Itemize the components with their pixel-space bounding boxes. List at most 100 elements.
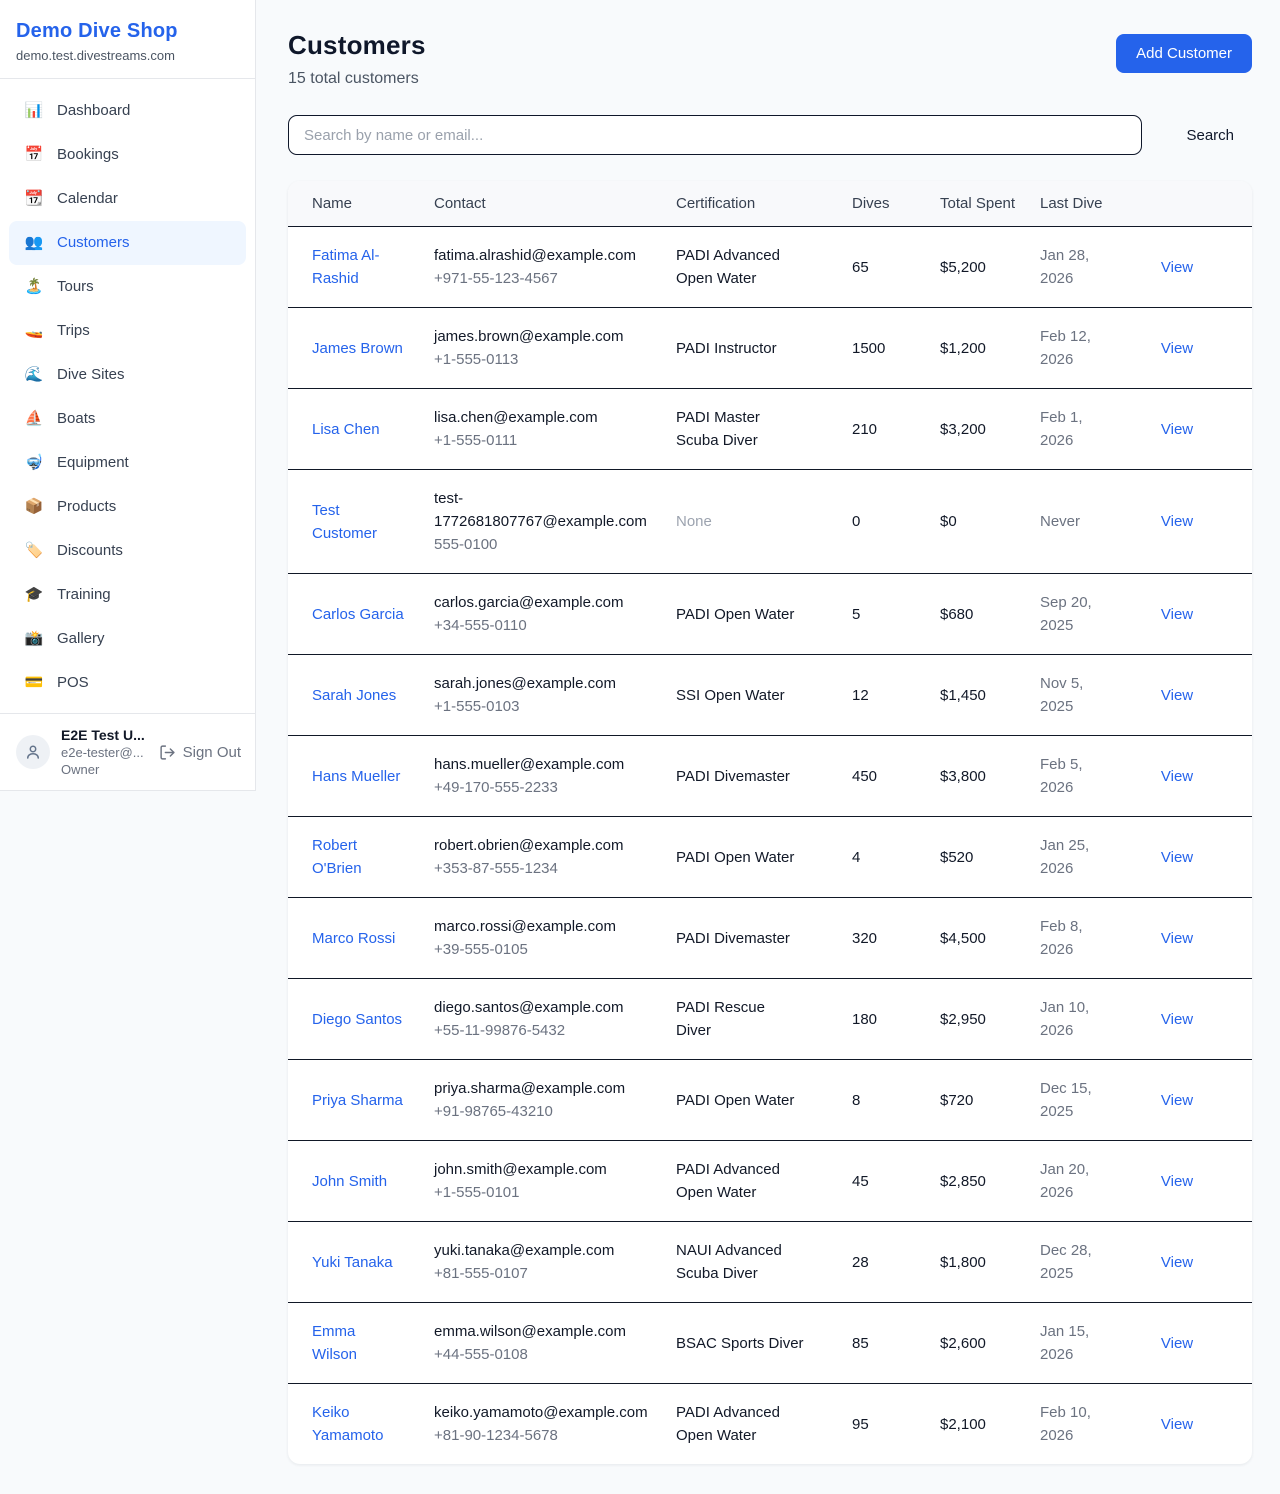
- customer-name-link[interactable]: Diego Santos: [312, 1011, 402, 1028]
- view-link[interactable]: View: [1161, 421, 1193, 438]
- sidebar-item-trips[interactable]: 🚤 Trips: [9, 309, 246, 353]
- user-meta: E2E Test U... e2e-tester@... Owner: [61, 727, 148, 777]
- customer-total-spent: $2,100: [940, 1416, 986, 1433]
- sidebar-item-tours[interactable]: 🏝️ Tours: [9, 265, 246, 309]
- customer-last-dive: Nov 5, 2025: [1040, 675, 1083, 715]
- equipment-icon: 🤿: [24, 452, 44, 474]
- sidebar-item-label: Dashboard: [57, 100, 130, 122]
- table-row: Priya Sharma priya.sharma@example.com +9…: [288, 1060, 1252, 1141]
- customer-last-dive: Never: [1040, 513, 1080, 530]
- sidebar-item-dashboard[interactable]: 📊 Dashboard: [9, 89, 246, 133]
- customer-name-link[interactable]: Yuki Tanaka: [312, 1254, 393, 1271]
- column-header-contact: Contact: [434, 181, 676, 227]
- view-link[interactable]: View: [1161, 1416, 1193, 1433]
- view-link[interactable]: View: [1161, 1254, 1193, 1271]
- sign-out-button[interactable]: Sign Out: [159, 744, 241, 761]
- brand-domain: demo.test.divestreams.com: [16, 48, 239, 63]
- table-row: Carlos Garcia carlos.garcia@example.com …: [288, 574, 1252, 655]
- view-link[interactable]: View: [1161, 1173, 1193, 1190]
- customer-name-link[interactable]: Keiko Yamamoto: [312, 1404, 383, 1444]
- table-row: Keiko Yamamoto keiko.yamamoto@example.co…: [288, 1384, 1252, 1465]
- customer-name-link[interactable]: Carlos Garcia: [312, 606, 404, 623]
- view-link[interactable]: View: [1161, 1335, 1193, 1352]
- view-link[interactable]: View: [1161, 1011, 1193, 1028]
- sidebar-item-label: Bookings: [57, 144, 119, 166]
- view-link[interactable]: View: [1161, 930, 1193, 947]
- customer-name-link[interactable]: Test Customer: [312, 502, 377, 542]
- training-icon: 🎓: [24, 584, 44, 606]
- customer-phone: +971-55-123-4567: [434, 267, 662, 290]
- customer-dives: 320: [852, 930, 877, 947]
- customer-certification: PADI Advanced Open Water: [676, 1404, 780, 1444]
- customer-name-link[interactable]: John Smith: [312, 1173, 387, 1190]
- add-customer-button[interactable]: Add Customer: [1116, 34, 1252, 73]
- customer-name-link[interactable]: Hans Mueller: [312, 768, 400, 785]
- view-link[interactable]: View: [1161, 687, 1193, 704]
- calendar-icon: 📆: [24, 188, 44, 210]
- customer-phone: +44-555-0108: [434, 1343, 662, 1366]
- customer-total-spent: $2,850: [940, 1173, 986, 1190]
- customer-email: marco.rossi@example.com: [434, 915, 662, 938]
- sidebar-item-boats[interactable]: ⛵ Boats: [9, 397, 246, 441]
- customer-name-link[interactable]: Emma Wilson: [312, 1323, 357, 1363]
- sidebar-item-gallery[interactable]: 📸 Gallery: [9, 617, 246, 661]
- customer-name-link[interactable]: Marco Rossi: [312, 930, 395, 947]
- customer-phone: +1-555-0103: [434, 695, 662, 718]
- customer-total-spent: $1,450: [940, 687, 986, 704]
- customer-name-link[interactable]: Fatima Al-Rashid: [312, 247, 380, 287]
- customer-email: sarah.jones@example.com: [434, 672, 662, 695]
- view-link[interactable]: View: [1161, 259, 1193, 276]
- search-button[interactable]: Search: [1168, 119, 1252, 152]
- view-link[interactable]: View: [1161, 606, 1193, 623]
- products-icon: 📦: [24, 496, 44, 518]
- customer-phone: 555-0100: [434, 533, 662, 556]
- sidebar-item-label: Dive Sites: [57, 364, 125, 386]
- search-input[interactable]: [288, 115, 1142, 155]
- sidebar-item-products[interactable]: 📦 Products: [9, 485, 246, 529]
- view-link[interactable]: View: [1161, 849, 1193, 866]
- view-link[interactable]: View: [1161, 768, 1193, 785]
- sidebar-item-customers[interactable]: 👥 Customers: [9, 221, 246, 265]
- gallery-icon: 📸: [24, 628, 44, 650]
- sidebar-item-label: Trips: [57, 320, 90, 342]
- user-icon: [24, 743, 42, 761]
- view-link[interactable]: View: [1161, 340, 1193, 357]
- customer-email: diego.santos@example.com: [434, 996, 662, 1019]
- customer-certification: PADI Instructor: [676, 340, 777, 357]
- customer-certification: None: [676, 513, 712, 530]
- customer-last-dive: Sep 20, 2025: [1040, 594, 1092, 634]
- sidebar-item-training[interactable]: 🎓 Training: [9, 573, 246, 617]
- customer-name-link[interactable]: Priya Sharma: [312, 1092, 403, 1109]
- customer-certification: PADI Master Scuba Diver: [676, 409, 760, 449]
- customer-name-link[interactable]: James Brown: [312, 340, 403, 357]
- table-row: Yuki Tanaka yuki.tanaka@example.com +81-…: [288, 1222, 1252, 1303]
- customers-tbody: Fatima Al-Rashid fatima.alrashid@example…: [288, 227, 1252, 1465]
- table-row: Hans Mueller hans.mueller@example.com +4…: [288, 736, 1252, 817]
- column-header-name: Name: [288, 181, 434, 227]
- customers-table: NameContactCertificationDivesTotal Spent…: [288, 181, 1252, 1464]
- customer-phone: +81-555-0107: [434, 1262, 662, 1285]
- customer-certification: PADI Advanced Open Water: [676, 1161, 780, 1201]
- customer-dives: 450: [852, 768, 877, 785]
- customer-dives: 28: [852, 1254, 869, 1271]
- customer-name-link[interactable]: Lisa Chen: [312, 421, 380, 438]
- sidebar-item-label: Customers: [57, 232, 130, 254]
- customer-name-link[interactable]: Sarah Jones: [312, 687, 396, 704]
- customer-email: hans.mueller@example.com: [434, 753, 662, 776]
- sidebar-item-calendar[interactable]: 📆 Calendar: [9, 177, 246, 221]
- customer-total-spent: $3,800: [940, 768, 986, 785]
- customer-phone: +1-555-0101: [434, 1181, 662, 1204]
- customer-name-link[interactable]: Robert O'Brien: [312, 837, 362, 877]
- customers-icon: 👥: [24, 232, 44, 254]
- sidebar-item-equipment[interactable]: 🤿 Equipment: [9, 441, 246, 485]
- customer-phone: +1-555-0113: [434, 348, 662, 371]
- view-link[interactable]: View: [1161, 513, 1193, 530]
- sidebar-item-dive-sites[interactable]: 🌊 Dive Sites: [9, 353, 246, 397]
- sidebar-item-pos[interactable]: 💳 POS: [9, 661, 246, 705]
- view-link[interactable]: View: [1161, 1092, 1193, 1109]
- sidebar-item-bookings[interactable]: 📅 Bookings: [9, 133, 246, 177]
- customer-email: carlos.garcia@example.com: [434, 591, 662, 614]
- table-row: James Brown james.brown@example.com +1-5…: [288, 308, 1252, 389]
- user-email: e2e-tester@...: [61, 745, 148, 760]
- sidebar-item-discounts[interactable]: 🏷️ Discounts: [9, 529, 246, 573]
